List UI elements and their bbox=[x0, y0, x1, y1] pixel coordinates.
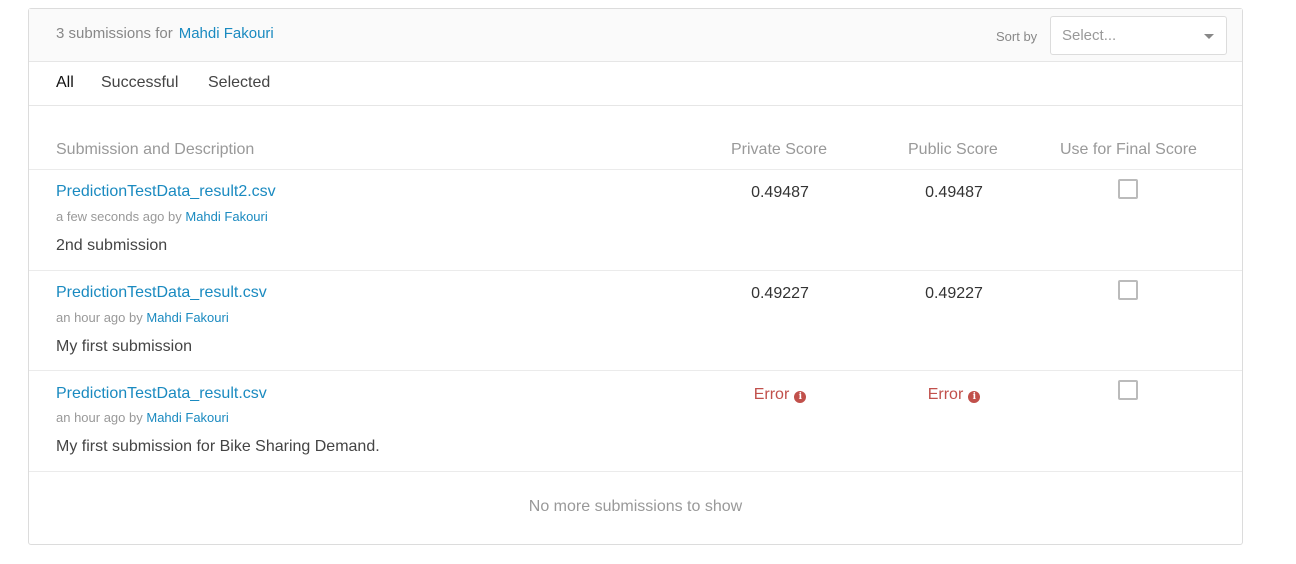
sort-select-placeholder: Select... bbox=[1062, 27, 1117, 44]
submission-meta: an hour ago by Mahdi Fakouri bbox=[56, 310, 229, 325]
info-icon[interactable]: i bbox=[794, 391, 807, 403]
column-header-final-score: Use for Final Score bbox=[1060, 141, 1197, 158]
private-score: 0.49487 bbox=[751, 184, 809, 201]
final-score-checkbox[interactable] bbox=[1118, 280, 1138, 300]
submissions-count: 3 submissions for bbox=[56, 25, 173, 42]
submission-description: My first submission for Bike Sharing Dem… bbox=[56, 438, 380, 455]
submission-time: an hour ago by bbox=[56, 310, 143, 325]
submission-description: 2nd submission bbox=[56, 237, 168, 254]
chevron-down-icon bbox=[1204, 34, 1214, 39]
tab-selected[interactable]: Selected bbox=[208, 74, 270, 92]
column-header-private-score: Private Score bbox=[731, 141, 828, 158]
submissions-heading: 3 submissions for Mahdi Fakouri bbox=[56, 25, 274, 42]
private-score-error: Error i bbox=[720, 386, 840, 404]
submission-file-link[interactable]: PredictionTestData_result.csv bbox=[56, 385, 267, 403]
submission-file-link[interactable]: PredictionTestData_result.csv bbox=[56, 284, 267, 302]
filter-tabs: All Successful Selected bbox=[29, 62, 1242, 106]
private-score-error-text: Error bbox=[753, 386, 790, 403]
submission-time: a few seconds ago by bbox=[56, 209, 182, 224]
submission-description: My first submission bbox=[56, 338, 193, 355]
final-score-checkbox[interactable] bbox=[1118, 380, 1138, 400]
submission-user-link[interactable]: Mahdi Fakouri bbox=[146, 410, 228, 425]
info-icon[interactable]: i bbox=[968, 391, 981, 403]
row-divider bbox=[29, 471, 1242, 472]
heading-user-link[interactable]: Mahdi Fakouri bbox=[179, 25, 274, 42]
column-header-public-score: Public Score bbox=[908, 141, 998, 158]
public-score: 0.49227 bbox=[925, 285, 983, 302]
column-header-submission: Submission and Description bbox=[56, 141, 255, 158]
private-score: 0.49227 bbox=[751, 285, 809, 302]
public-score: 0.49487 bbox=[925, 184, 983, 201]
final-score-checkbox[interactable] bbox=[1118, 179, 1138, 199]
no-more-submissions: No more submissions to show bbox=[528, 498, 743, 515]
submission-time: an hour ago by bbox=[56, 410, 143, 425]
sort-by-label: Sort by bbox=[996, 29, 1038, 44]
tab-all[interactable]: All bbox=[56, 74, 74, 92]
public-score-error-text: Error bbox=[927, 386, 964, 403]
sort-select[interactable]: Select... bbox=[1050, 16, 1227, 55]
row-divider bbox=[29, 370, 1242, 371]
submission-meta: a few seconds ago by Mahdi Fakouri bbox=[56, 209, 268, 224]
public-score-error: Error i bbox=[894, 386, 1014, 404]
panel-header: 3 submissions for Mahdi Fakouri Sort by S… bbox=[29, 9, 1242, 62]
submission-meta: an hour ago by Mahdi Fakouri bbox=[56, 410, 229, 425]
submission-file-link[interactable]: PredictionTestData_result2.csv bbox=[56, 183, 276, 201]
row-divider bbox=[29, 169, 1242, 170]
submission-user-link[interactable]: Mahdi Fakouri bbox=[185, 209, 267, 224]
submissions-panel: 3 submissions for Mahdi Fakouri Sort by S… bbox=[28, 8, 1243, 545]
submission-user-link[interactable]: Mahdi Fakouri bbox=[146, 310, 228, 325]
row-divider bbox=[29, 270, 1242, 271]
tab-successful[interactable]: Successful bbox=[101, 74, 178, 92]
